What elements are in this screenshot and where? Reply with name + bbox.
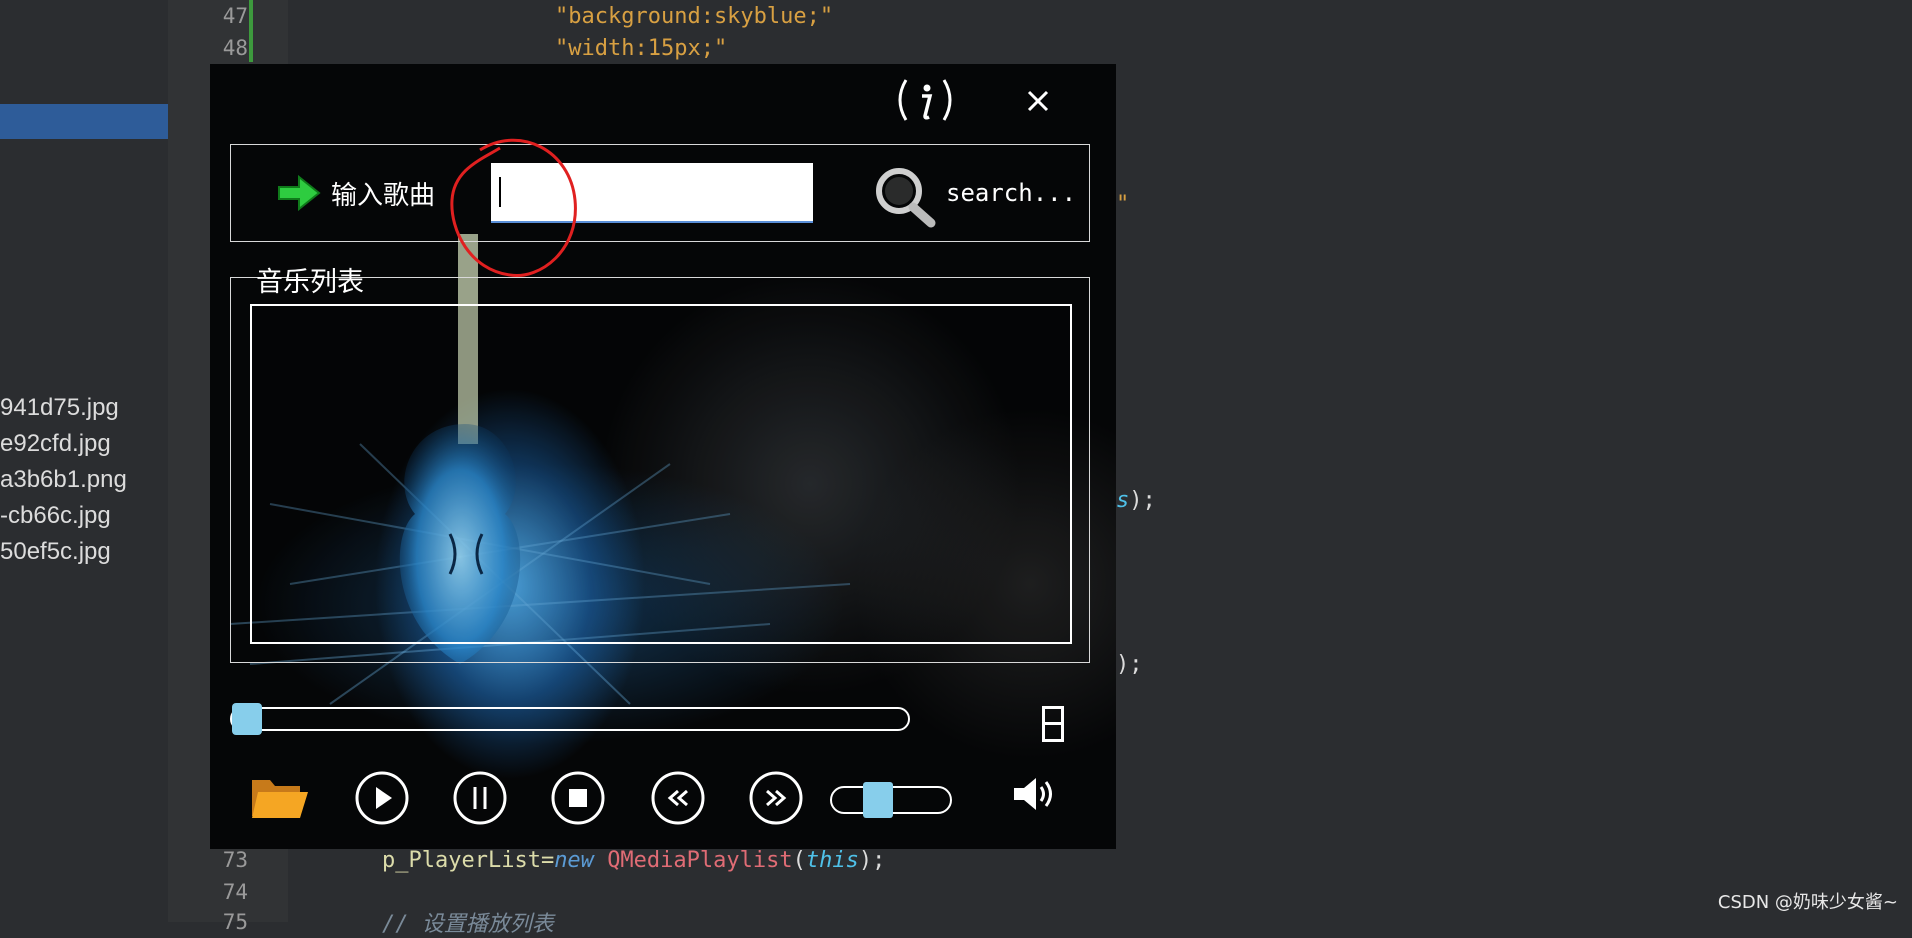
code-fragment: ); bbox=[1116, 652, 1143, 677]
file-tree-item[interactable]: 941d75.jpg bbox=[0, 394, 119, 422]
magnifier-search-icon[interactable] bbox=[871, 163, 941, 229]
previous-track-button[interactable] bbox=[650, 770, 706, 826]
code-line-75[interactable]: // 设置播放列表 bbox=[382, 906, 554, 938]
song-input-label: 输入歌曲 bbox=[331, 181, 436, 211]
text-caret bbox=[499, 177, 501, 207]
progress-slider-handle[interactable] bbox=[232, 703, 262, 735]
playlist-title: 音乐列表 bbox=[256, 267, 364, 298]
gutter-change-marker bbox=[249, 0, 253, 62]
play-button[interactable] bbox=[354, 770, 410, 826]
info-icon bbox=[898, 79, 952, 121]
code-fragment: " bbox=[1116, 192, 1130, 217]
playlist-list[interactable] bbox=[250, 304, 1072, 644]
code-line-48[interactable]: "width:15px;" bbox=[555, 36, 727, 61]
line-number: 74 bbox=[222, 880, 248, 904]
code-line-73[interactable]: p_PlayerList=new QMediaPlaylist(this); bbox=[382, 848, 885, 873]
music-player-window: 输入歌曲 search... 音乐列表 bbox=[210, 64, 1116, 849]
file-tree-item[interactable]: 50ef5c.jpg bbox=[0, 538, 111, 566]
progress-slider-track[interactable] bbox=[230, 707, 910, 731]
code-token: ); bbox=[1129, 488, 1156, 513]
code-token: QMediaPlaylist bbox=[607, 848, 793, 873]
code-token: ( bbox=[792, 848, 806, 873]
info-button[interactable] bbox=[890, 72, 960, 128]
song-name-input[interactable] bbox=[491, 163, 813, 223]
file-tree-item[interactable]: -cb66c.jpg bbox=[0, 502, 111, 530]
pause-button[interactable] bbox=[452, 770, 508, 826]
search-group-box: 输入歌曲 search... bbox=[230, 144, 1090, 242]
volume-slider-handle[interactable] bbox=[862, 782, 893, 818]
code-fragment: s); bbox=[1116, 488, 1156, 513]
file-tree-item[interactable]: a3b6b1.png bbox=[0, 466, 127, 494]
code-line-47[interactable]: "background:skyblue;" bbox=[555, 4, 833, 29]
green-arrow-icon bbox=[278, 175, 321, 211]
line-number: 75 bbox=[222, 910, 248, 934]
file-tree-selected-row[interactable] bbox=[0, 104, 168, 139]
next-track-button[interactable] bbox=[748, 770, 804, 826]
line-number: 47 bbox=[222, 4, 248, 28]
line-number: 73 bbox=[222, 848, 248, 872]
search-button-label[interactable]: search... bbox=[946, 179, 1076, 207]
open-folder-button[interactable] bbox=[250, 772, 308, 822]
time-display bbox=[1042, 706, 1064, 742]
watermark: CSDN @奶味少女酱~ bbox=[1717, 892, 1898, 913]
stop-button[interactable] bbox=[550, 770, 606, 826]
code-token: new bbox=[554, 848, 594, 873]
speaker-icon[interactable] bbox=[1010, 774, 1054, 814]
code-token: ); bbox=[858, 848, 886, 873]
line-number: 48 bbox=[222, 36, 248, 60]
close-button[interactable] bbox=[1013, 76, 1063, 126]
file-tree-item[interactable]: e92cfd.jpg bbox=[0, 430, 111, 458]
code-token: p_PlayerList= bbox=[382, 848, 555, 873]
code-token: this bbox=[805, 848, 859, 873]
code-token: s bbox=[1116, 488, 1130, 513]
close-icon bbox=[1027, 90, 1049, 112]
